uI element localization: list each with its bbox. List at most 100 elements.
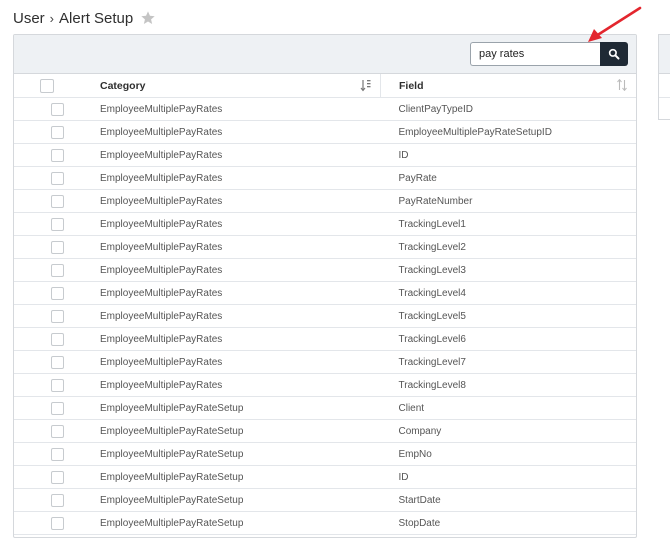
table-row[interactable]: EmployeeMultiplePayRates ClientPayTypeID [14,97,636,121]
table-row[interactable]: EmployeeMultiplePayRates TrackingLevel4 [14,281,636,305]
category-cell: EmployeeMultiplePayRates [80,235,381,259]
field-value: TrackingLevel3 [398,264,466,276]
table-row[interactable]: EmployeeMultiplePayRates TrackingLevel8 [14,373,636,397]
row-select-cell [14,143,80,167]
field-cell: PayRate [380,166,636,190]
row-select-cell [14,327,80,351]
field-cell: TrackingLevel7 [380,350,636,374]
category-cell: EmployeeMultiplePayRates [80,350,381,374]
table-row[interactable]: EmployeeMultiplePayRateSetup StopDate [14,511,636,535]
category-value: EmployeeMultiplePayRateSetup [100,517,244,529]
table-header-row: Category Field [14,74,636,98]
alert-fields-panel: Category Field [13,34,637,538]
category-value: EmployeeMultiplePayRates [100,379,223,391]
category-value: EmployeeMultiplePayRates [100,287,223,299]
field-value: TrackingLevel2 [398,241,466,253]
row-checkbox[interactable] [51,470,64,484]
select-all-checkbox[interactable] [40,78,54,93]
column-header-field[interactable]: Field [380,74,636,98]
table-row[interactable]: EmployeeMultiplePayRates TrackingLevel3 [14,258,636,282]
row-checkbox[interactable] [51,401,64,415]
table-row[interactable]: EmployeeMultiplePayRateSetup Client [14,396,636,420]
row-checkbox[interactable] [51,217,64,231]
field-cell: TrackingLevel6 [380,327,636,351]
row-checkbox[interactable] [51,194,64,208]
field-cell: EmployeeMultiplePayRateSetupID [380,120,636,144]
row-select-cell [14,419,80,443]
field-cell: Company [380,419,636,443]
field-value: TrackingLevel4 [398,287,466,299]
row-checkbox[interactable] [51,240,64,254]
table-row[interactable]: EmployeeMultiplePayRates TrackingLevel6 [14,327,636,351]
table-row[interactable]: EmployeeMultiplePayRates PayRateNumber [14,189,636,213]
sort-descending-icon[interactable] [360,78,372,92]
row-select-cell [14,304,80,328]
row-checkbox[interactable] [51,332,64,346]
category-value: EmployeeMultiplePayRates [100,333,223,345]
star-icon[interactable] [140,10,156,26]
secondary-panel-edge [658,34,670,120]
field-value: TrackingLevel8 [398,379,466,391]
row-checkbox[interactable] [51,516,64,530]
row-checkbox[interactable] [51,171,64,185]
search-button[interactable] [600,42,628,66]
table-row[interactable]: EmployeeMultiplePayRates TrackingLevel5 [14,304,636,328]
field-value: TrackingLevel1 [398,218,466,230]
category-cell: EmployeeMultiplePayRates [80,166,381,190]
row-checkbox[interactable] [51,286,64,300]
column-header-category[interactable]: Category [80,74,381,98]
row-select-cell [14,212,80,236]
row-select-cell [14,281,80,305]
table-row[interactable]: EmployeeMultiplePayRates PayRate [14,166,636,190]
row-select-cell [14,166,80,190]
row-select-cell [14,511,80,535]
category-value: EmployeeMultiplePayRateSetup [100,402,244,414]
row-checkbox[interactable] [51,125,64,139]
field-cell: PayRateNumber [380,189,636,213]
row-checkbox[interactable] [51,424,64,438]
search-input[interactable] [470,42,600,66]
category-cell: EmployeeMultiplePayRateSetup [80,396,381,420]
breadcrumb-parent[interactable]: User [13,10,45,27]
table-row[interactable]: EmployeeMultiplePayRates ID [14,143,636,167]
row-checkbox[interactable] [51,447,64,461]
table-row[interactable]: EmployeeMultiplePayRates TrackingLevel1 [14,212,636,236]
table-row[interactable]: EmployeeMultiplePayRateSetup Company [14,419,636,443]
field-value: TrackingLevel6 [398,333,466,345]
category-value: EmployeeMultiplePayRates [100,218,223,230]
field-value: PayRateNumber [398,195,473,207]
category-cell: EmployeeMultiplePayRates [80,281,381,305]
table-row[interactable]: EmployeeMultiplePayRates TrackingLevel7 [14,350,636,374]
table-row[interactable]: EmployeeMultiplePayRates EmployeeMultiple… [14,120,636,144]
row-select-cell [14,258,80,282]
row-checkbox[interactable] [51,493,64,507]
field-value: TrackingLevel5 [398,310,466,322]
row-checkbox[interactable] [51,355,64,369]
table-row[interactable]: EmployeeMultiplePayRateSetup EmpNo [14,442,636,466]
sort-unsorted-icon[interactable] [616,78,628,92]
row-checkbox[interactable] [51,309,64,323]
field-value: Client [398,402,425,414]
row-checkbox[interactable] [51,102,64,116]
category-value: EmployeeMultiplePayRates [100,195,223,207]
category-value: EmployeeMultiplePayRateSetup [100,471,244,483]
category-value: EmployeeMultiplePayRates [100,241,223,253]
field-value: EmpNo [398,448,432,460]
row-checkbox[interactable] [51,378,64,392]
table-row[interactable]: EmployeeMultiplePayRateSetup ID [14,465,636,489]
category-header-label: Category [100,79,146,92]
category-cell: EmployeeMultiplePayRateSetup [80,442,381,466]
field-cell: TrackingLevel1 [380,212,636,236]
category-cell: EmployeeMultiplePayRates [80,143,381,167]
table-row[interactable]: EmployeeMultiplePayRates TrackingLevel2 [14,235,636,259]
row-checkbox[interactable] [51,263,64,277]
field-cell: ClientPayTypeID [380,97,636,121]
row-checkbox[interactable] [51,148,64,162]
table-row[interactable]: EmployeeMultiplePayRateSetup StartDate [14,488,636,512]
category-value: EmployeeMultiplePayRates [100,103,223,115]
field-cell: ID [380,465,636,489]
field-value: StartDate [398,494,441,506]
row-select-cell [14,488,80,512]
field-cell: StartDate [380,488,636,512]
field-cell: TrackingLevel2 [380,235,636,259]
